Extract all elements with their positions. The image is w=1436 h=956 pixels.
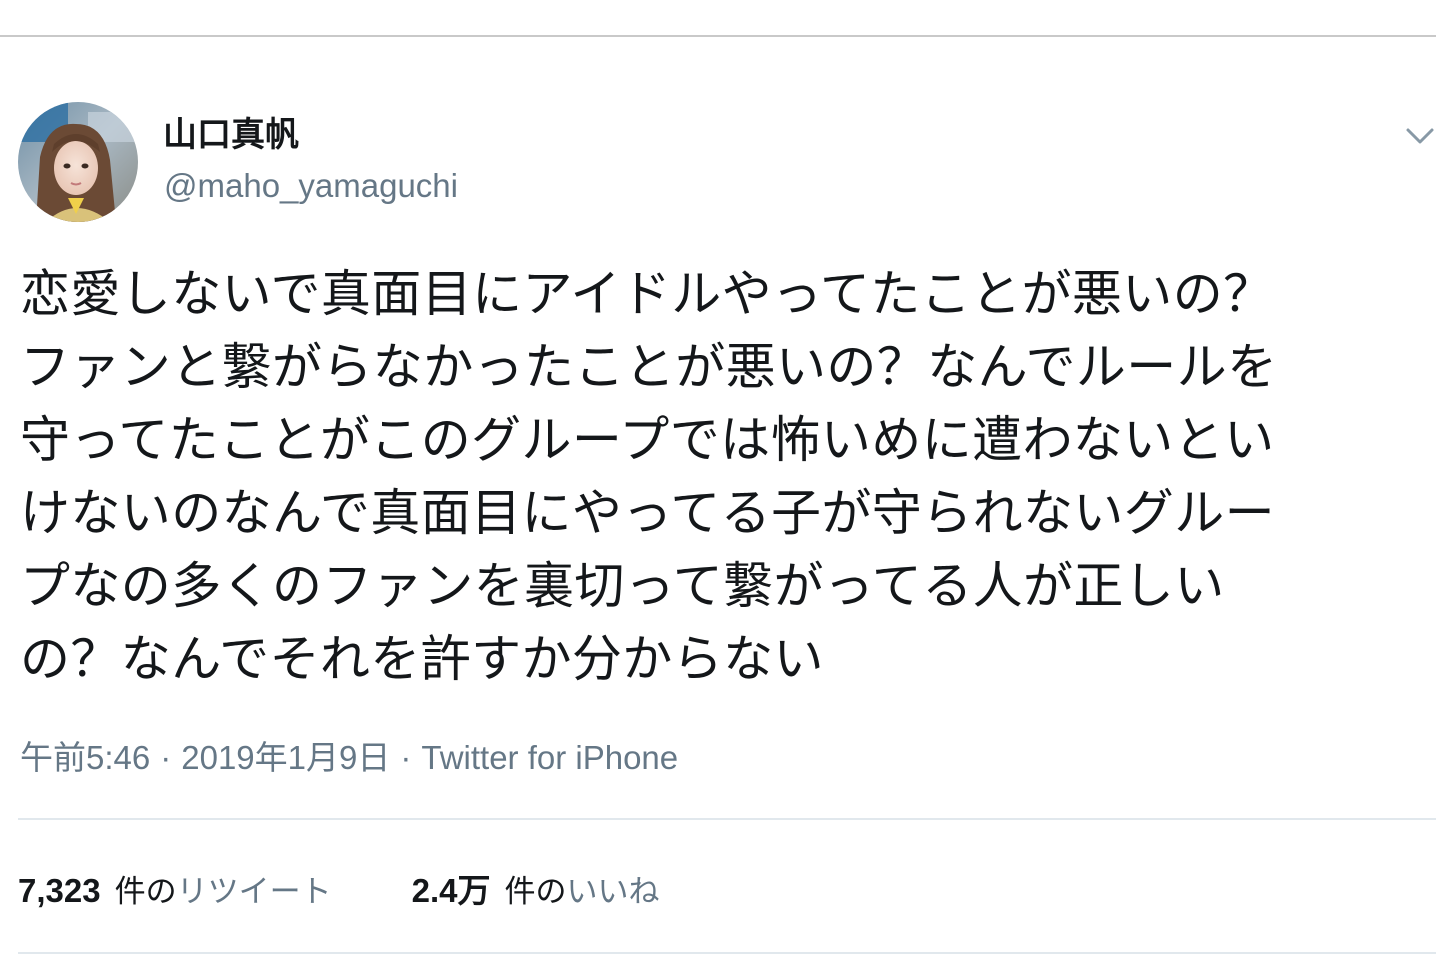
tweet-text-line: けないのなんで真面目にやってる子が守られないグルー: [20, 484, 1275, 542]
top-divider: [0, 35, 1436, 37]
tweet-source[interactable]: Twitter for iPhone: [421, 739, 678, 776]
tweet-stats: 7,323 件 のリツイート 2.4万 件 のいいね: [18, 864, 659, 914]
avatar[interactable]: [18, 102, 138, 222]
tweet-date[interactable]: 2019年1月9日: [181, 739, 390, 776]
retweet-label-text: リツイート: [176, 874, 332, 910]
tweet-time[interactable]: 午前5:46: [20, 739, 150, 776]
tweet-text-line: 恋愛しないで真面目にアイドルやってたことが悪いの？: [20, 265, 1274, 323]
like-particle: の: [535, 874, 567, 910]
stats-divider-top: [18, 818, 1436, 820]
tweet-text-line: 守ってたことがこのグループでは怖いめに遭わないとい: [20, 411, 1275, 469]
like-label-text: いいね: [566, 874, 660, 910]
chevron-down-icon[interactable]: [1402, 118, 1436, 154]
tweet-text-line: プなの多くのファンを裏切って繋がってる人が正しい: [20, 557, 1225, 615]
tweet-text-line: ファンと繋がらなかったことが悪いの？なんでルールを: [20, 338, 1278, 396]
user-handle[interactable]: @maho_yamaguchi: [164, 165, 458, 207]
tweet-text: 恋愛しないで真面目にアイドルやってたことが悪いの？ ファンと繋がらなかったことが…: [20, 258, 1420, 696]
meta-separator: ·: [160, 739, 172, 776]
like-unit: 件: [504, 874, 536, 910]
meta-separator: ·: [400, 739, 412, 776]
like-label: のいいね: [535, 866, 659, 911]
like-count-link[interactable]: 2.4万 件 のいいね: [412, 864, 660, 912]
retweet-count-link[interactable]: 7,323 件 のリツイート: [18, 866, 332, 911]
tweet-meta: 午前5:46 · 2019年1月9日 · Twitter for iPhone: [20, 736, 678, 780]
avatar-image: [18, 102, 138, 222]
stats-divider-bottom: [18, 952, 1436, 954]
retweet-label: のリツイート: [146, 866, 332, 911]
like-count: 2.4万: [411, 872, 491, 909]
display-name[interactable]: 山口真帆: [163, 112, 299, 158]
tweet-text-line: の？なんでそれを許すか分からない: [20, 630, 824, 688]
retweet-count: 7,323: [18, 872, 101, 909]
retweet-particle: の: [145, 874, 177, 910]
retweet-unit: 件: [114, 874, 146, 910]
